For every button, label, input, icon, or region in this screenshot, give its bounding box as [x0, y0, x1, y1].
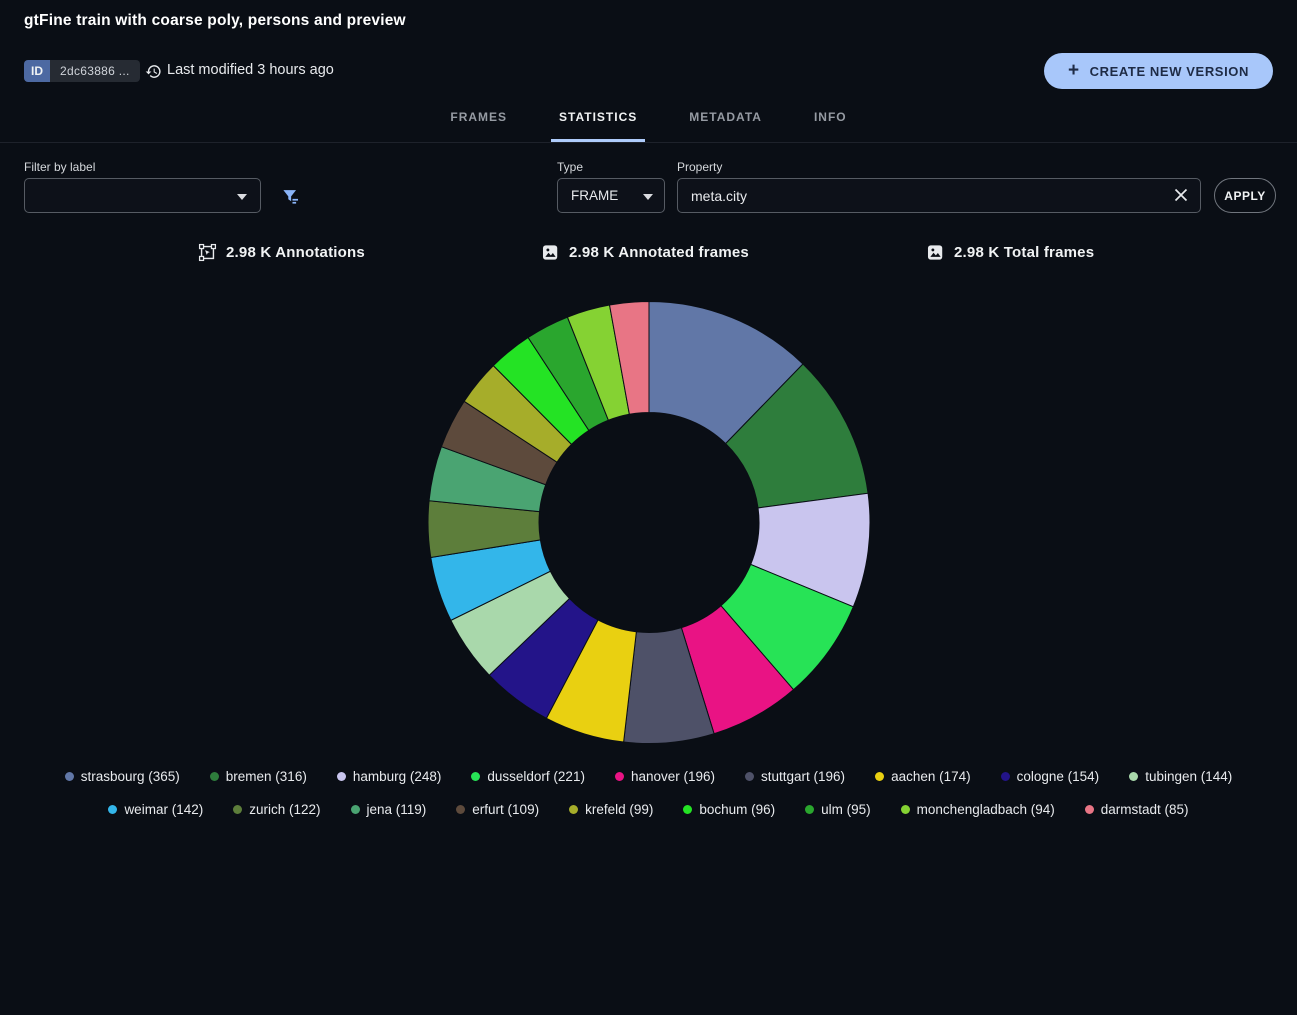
legend-label: cologne (154) — [1017, 769, 1100, 784]
city-distribution-donut-chart — [419, 292, 879, 752]
type-label: Type — [557, 160, 583, 174]
legend-item-stuttgart[interactable]: stuttgart (196) — [745, 769, 845, 784]
dataset-statistics-page: gtFine train with coarse poly, persons a… — [0, 0, 1297, 1015]
legend-item-weimar[interactable]: weimar (142) — [108, 802, 203, 817]
legend-label: dusseldorf (221) — [487, 769, 585, 784]
legend-item-hanover[interactable]: hanover (196) — [615, 769, 715, 784]
stat-value: 2.98 K — [954, 244, 999, 261]
legend-dot — [1085, 805, 1094, 814]
image-icon — [926, 243, 945, 262]
legend-label: jena (119) — [367, 802, 427, 817]
legend-item-aachen[interactable]: aachen (174) — [875, 769, 971, 784]
id-badge-value: 2dc63886 ... — [50, 60, 140, 82]
stat-label: Annotations — [275, 244, 365, 261]
clear-icon[interactable] — [1173, 187, 1189, 203]
legend-dot — [233, 805, 242, 814]
legend-item-monchengladbach[interactable]: monchengladbach (94) — [901, 802, 1055, 817]
legend-label: erfurt (109) — [472, 802, 539, 817]
legend-label: ulm (95) — [821, 802, 871, 817]
label-filter-label: Filter by label — [24, 160, 95, 174]
legend-label: darmstadt (85) — [1101, 802, 1189, 817]
legend-dot — [901, 805, 910, 814]
legend-item-ulm[interactable]: ulm (95) — [805, 802, 871, 817]
legend-dot — [1129, 772, 1138, 781]
legend-item-erfurt[interactable]: erfurt (109) — [456, 802, 539, 817]
legend-label: zurich (122) — [249, 802, 320, 817]
legend-dot — [456, 805, 465, 814]
legend-dot — [569, 805, 578, 814]
filter-icon[interactable] — [281, 187, 300, 206]
legend-dot — [615, 772, 624, 781]
history-icon — [145, 63, 162, 80]
stat-label: Annotated frames — [618, 244, 749, 261]
legend-dot — [351, 805, 360, 814]
type-select-value: FRAME — [571, 188, 618, 203]
image-icon — [541, 243, 560, 262]
chart-legend-row-1: strasbourg (365) bremen (316) hamburg (248… — [0, 769, 1297, 784]
tab-statistics[interactable]: STATISTICS — [551, 104, 645, 142]
legend-item-dusseldorf[interactable]: dusseldorf (221) — [471, 769, 585, 784]
legend-item-jena[interactable]: jena (119) — [351, 802, 427, 817]
legend-label: hamburg (248) — [353, 769, 442, 784]
create-new-version-label: CREATE NEW VERSION — [1090, 64, 1249, 79]
legend-dot — [805, 805, 814, 814]
stat-label: Total frames — [1004, 244, 1094, 261]
apply-button[interactable]: APPLY — [1214, 178, 1276, 213]
legend-dot — [875, 772, 884, 781]
legend-dot — [745, 772, 754, 781]
annotation-icon — [198, 243, 217, 262]
legend-dot — [683, 805, 692, 814]
property-input[interactable] — [677, 178, 1201, 213]
legend-label: tubingen (144) — [1145, 769, 1232, 784]
legend-dot — [108, 805, 117, 814]
id-badge-label: ID — [24, 60, 50, 82]
legend-item-hamburg[interactable]: hamburg (248) — [337, 769, 442, 784]
property-label: Property — [677, 160, 722, 174]
plus-icon: + — [1068, 61, 1080, 80]
page-title: gtFine train with coarse poly, persons a… — [24, 12, 406, 30]
legend-dot — [210, 772, 219, 781]
legend-dot — [1001, 772, 1010, 781]
tab-divider — [0, 142, 1297, 143]
tab-metadata[interactable]: METADATA — [681, 104, 770, 142]
chevron-down-icon — [237, 194, 247, 200]
legend-dot — [65, 772, 74, 781]
legend-dot — [337, 772, 346, 781]
tab-bar: FRAMES STATISTICS METADATA INFO — [0, 104, 1297, 142]
legend-label: aachen (174) — [891, 769, 971, 784]
legend-item-cologne[interactable]: cologne (154) — [1001, 769, 1100, 784]
last-modified-text: Last modified 3 hours ago — [167, 62, 334, 78]
dataset-id-badge[interactable]: ID 2dc63886 ... — [24, 60, 140, 82]
stat-total-frames: 2.98 K Total frames — [926, 243, 1094, 262]
legend-label: krefeld (99) — [585, 802, 653, 817]
legend-label: stuttgart (196) — [761, 769, 845, 784]
chart-legend-row-2: weimar (142) zurich (122) jena (119) erfurt… — [0, 802, 1297, 817]
legend-label: strasbourg (365) — [81, 769, 180, 784]
label-filter-select[interactable] — [24, 178, 261, 213]
legend-label: weimar (142) — [124, 802, 203, 817]
legend-item-tubingen[interactable]: tubingen (144) — [1129, 769, 1232, 784]
stat-annotations: 2.98 K Annotations — [198, 243, 365, 262]
legend-label: bremen (316) — [226, 769, 307, 784]
legend-item-zurich[interactable]: zurich (122) — [233, 802, 320, 817]
legend-item-strasbourg[interactable]: strasbourg (365) — [65, 769, 180, 784]
legend-item-darmstadt[interactable]: darmstadt (85) — [1085, 802, 1189, 817]
legend-item-bremen[interactable]: bremen (316) — [210, 769, 307, 784]
legend-label: hanover (196) — [631, 769, 715, 784]
legend-item-bochum[interactable]: bochum (96) — [683, 802, 775, 817]
legend-label: bochum (96) — [699, 802, 775, 817]
type-select[interactable]: FRAME — [557, 178, 665, 213]
chevron-down-icon — [643, 194, 653, 200]
stat-value: 2.98 K — [569, 244, 614, 261]
stat-value: 2.98 K — [226, 244, 271, 261]
tab-frames[interactable]: FRAMES — [442, 104, 515, 142]
tab-info[interactable]: INFO — [806, 104, 855, 142]
legend-item-krefeld[interactable]: krefeld (99) — [569, 802, 653, 817]
legend-label: monchengladbach (94) — [917, 802, 1055, 817]
legend-dot — [471, 772, 480, 781]
stat-annotated-frames: 2.98 K Annotated frames — [541, 243, 749, 262]
create-new-version-button[interactable]: + CREATE NEW VERSION — [1044, 53, 1273, 89]
